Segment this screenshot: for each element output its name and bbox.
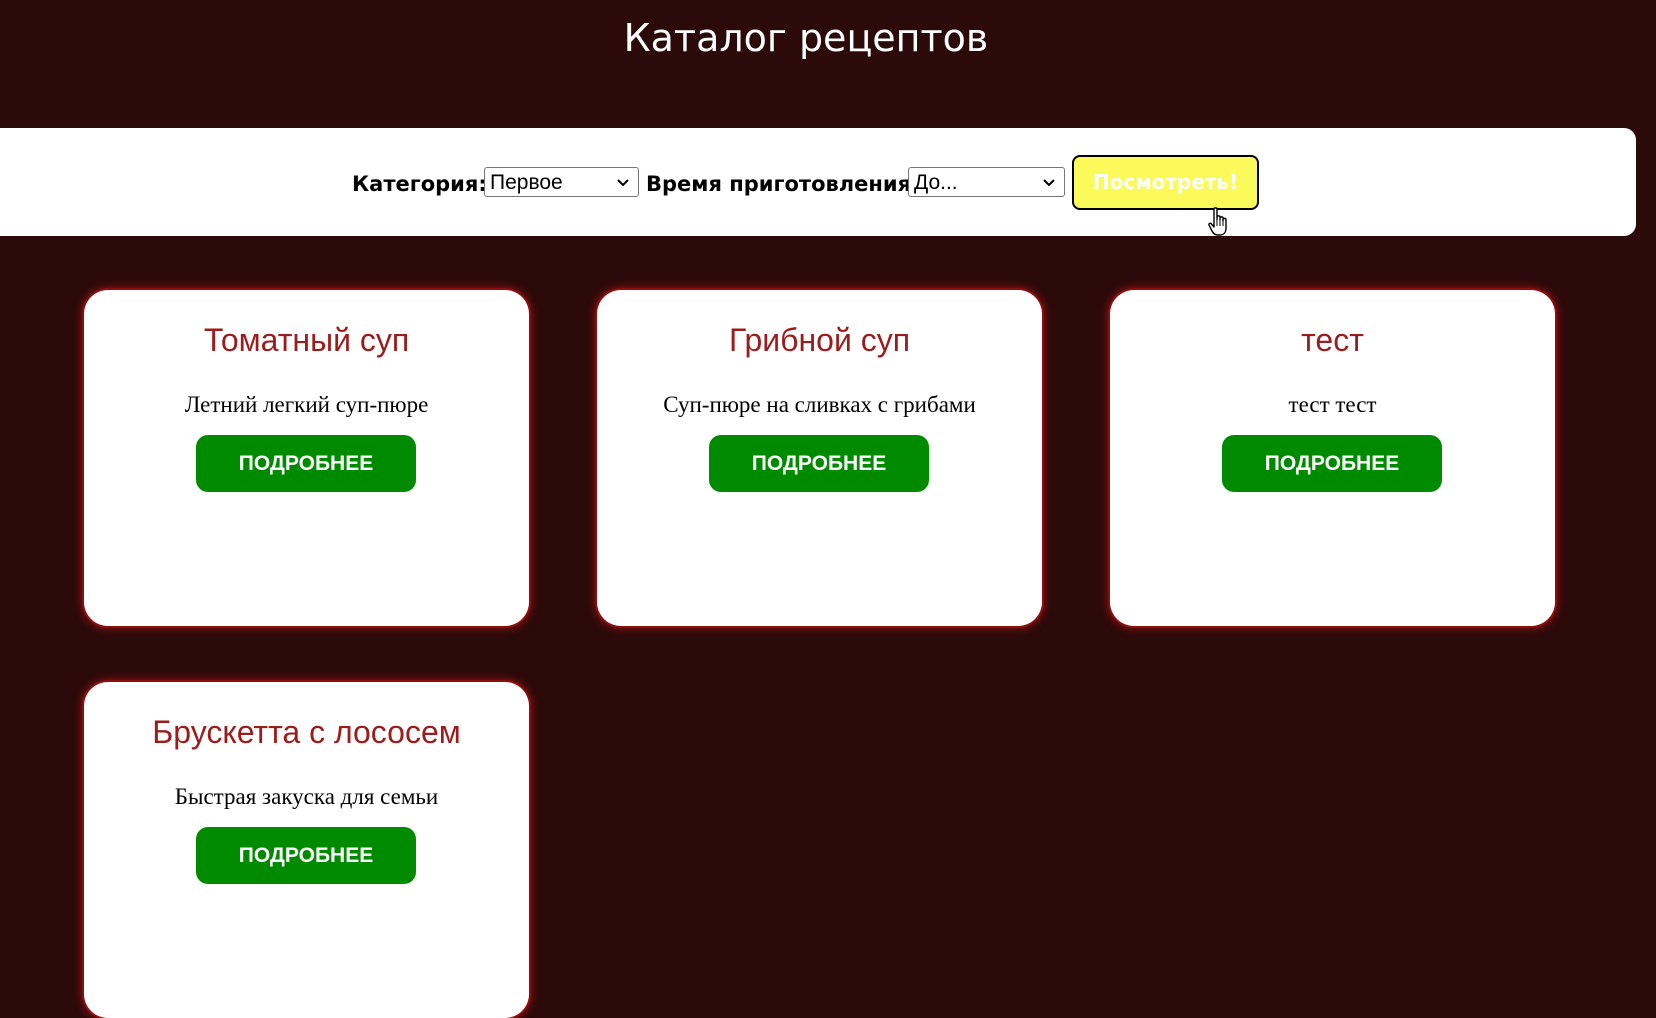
cook-time-select-value: До...	[914, 171, 958, 194]
hand-pointer-icon	[1208, 207, 1227, 236]
cook-time-label: Время приготовления:	[646, 172, 920, 196]
details-button[interactable]: ПОДРОБНЕЕ	[196, 827, 416, 884]
recipe-description: Быстрая закуска для семьи	[174, 784, 439, 809]
recipe-card: Томатный суп Летний легкий суп-пюре ПОДР…	[84, 290, 529, 626]
recipe-card: Грибной суп Суп-пюре на сливках с грибам…	[597, 290, 1042, 626]
cook-time-select[interactable]: До...	[908, 167, 1065, 197]
details-button[interactable]: ПОДРОБНЕЕ	[709, 435, 929, 492]
category-select-value: Первое	[490, 171, 563, 194]
recipe-title: Грибной суп	[728, 322, 911, 358]
chevron-down-icon	[1043, 179, 1055, 187]
details-button[interactable]: ПОДРОБНЕЕ	[196, 435, 416, 492]
recipe-card: Брускетта с лососем Быстрая закуска для …	[84, 682, 529, 1018]
recipe-title: Брускетта с лососем	[152, 714, 461, 750]
recipe-card: тест тест тест ПОДРОБНЕЕ	[1110, 290, 1555, 626]
recipe-title: тест	[1301, 322, 1364, 358]
details-button[interactable]: ПОДРОБНЕЕ	[1222, 435, 1442, 492]
category-label: Категория:	[352, 172, 487, 196]
recipe-title: Томатный суп	[203, 322, 410, 358]
page-title: Каталог рецептов	[623, 16, 989, 60]
category-select[interactable]: Первое	[484, 167, 639, 197]
view-button[interactable]: Посмотреть!	[1072, 155, 1259, 210]
recipe-description: Летний легкий суп-пюре	[184, 392, 429, 417]
chevron-down-icon	[617, 179, 629, 187]
recipe-description: тест тест	[1288, 392, 1377, 417]
recipe-description: Суп-пюре на сливках с грибами	[663, 392, 976, 417]
